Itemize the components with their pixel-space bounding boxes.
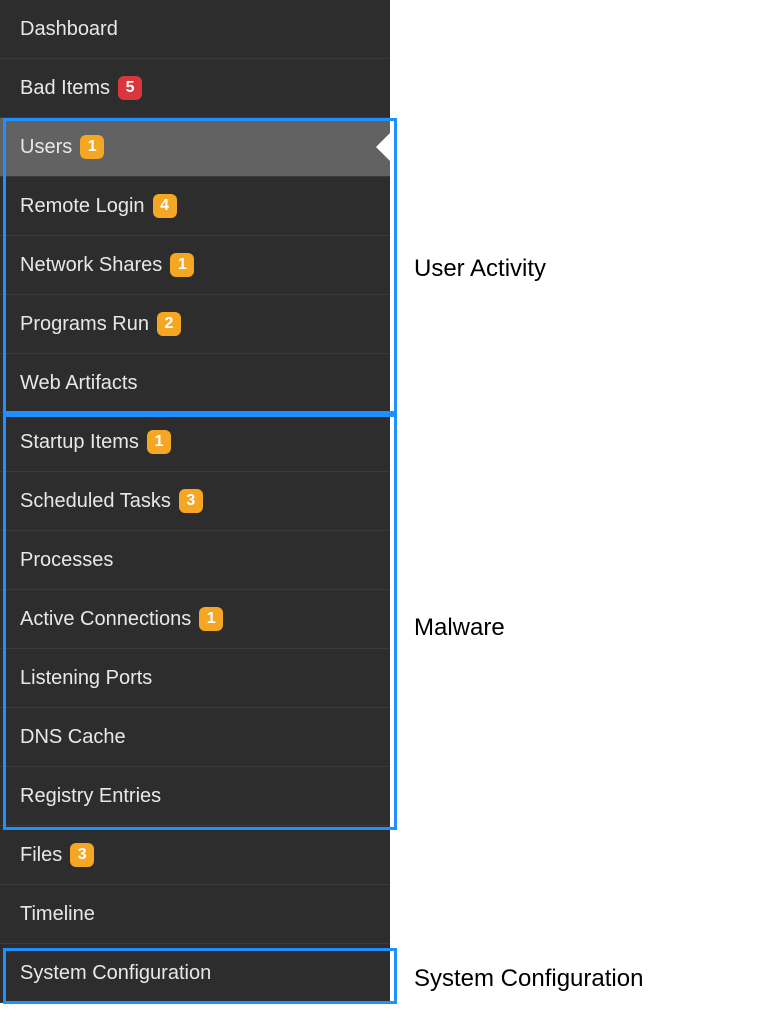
sidebar-item-remote-login[interactable]: Remote Login 4 <box>0 177 390 236</box>
sidebar-item-label: Processes <box>20 549 113 572</box>
sidebar-item-web-artifacts[interactable]: Web Artifacts <box>0 354 390 413</box>
badge-count: 1 <box>199 607 223 631</box>
sidebar-item-label: System Configuration <box>20 962 211 985</box>
badge-count: 3 <box>70 843 94 867</box>
sidebar-item-label: DNS Cache <box>20 726 126 749</box>
sidebar-item-files[interactable]: Files 3 <box>0 826 390 885</box>
badge-count: 5 <box>118 76 142 100</box>
sidebar-item-dns-cache[interactable]: DNS Cache <box>0 708 390 767</box>
sidebar-item-startup-items[interactable]: Startup Items 1 <box>0 413 390 472</box>
sidebar-item-label: Remote Login <box>20 195 145 218</box>
sidebar-item-active-connections[interactable]: Active Connections 1 <box>0 590 390 649</box>
sidebar-item-network-shares[interactable]: Network Shares 1 <box>0 236 390 295</box>
sidebar-item-timeline[interactable]: Timeline <box>0 885 390 944</box>
badge-count: 1 <box>80 135 104 159</box>
sidebar-item-registry-entries[interactable]: Registry Entries <box>0 767 390 826</box>
sidebar: Dashboard Bad Items 5 Users 1 Remote Log… <box>0 0 390 1003</box>
sidebar-item-programs-run[interactable]: Programs Run 2 <box>0 295 390 354</box>
badge-count: 4 <box>153 194 177 218</box>
sidebar-item-label: Listening Ports <box>20 667 152 690</box>
badge-count: 1 <box>147 430 171 454</box>
sidebar-item-processes[interactable]: Processes <box>0 531 390 590</box>
sidebar-item-users[interactable]: Users 1 <box>0 118 390 177</box>
sidebar-item-bad-items[interactable]: Bad Items 5 <box>0 59 390 118</box>
sidebar-item-listening-ports[interactable]: Listening Ports <box>0 649 390 708</box>
sidebar-item-system-configuration[interactable]: System Configuration <box>0 944 390 1003</box>
sidebar-item-label: Files <box>20 844 62 867</box>
annotation-system-configuration: System Configuration <box>414 965 643 993</box>
sidebar-item-label: Programs Run <box>20 313 149 336</box>
badge-count: 2 <box>157 312 181 336</box>
sidebar-item-label: Bad Items <box>20 77 110 100</box>
sidebar-item-scheduled-tasks[interactable]: Scheduled Tasks 3 <box>0 472 390 531</box>
sidebar-item-label: Users <box>20 136 72 159</box>
badge-count: 3 <box>179 489 203 513</box>
sidebar-item-label: Registry Entries <box>20 785 161 808</box>
sidebar-item-label: Web Artifacts <box>20 372 137 395</box>
sidebar-item-label: Dashboard <box>20 18 118 41</box>
sidebar-item-label: Scheduled Tasks <box>20 490 171 513</box>
annotation-user-activity: User Activity <box>414 255 546 283</box>
sidebar-item-label: Timeline <box>20 903 95 926</box>
badge-count: 1 <box>170 253 194 277</box>
annotation-malware: Malware <box>414 614 505 642</box>
sidebar-item-label: Active Connections <box>20 608 191 631</box>
sidebar-item-dashboard[interactable]: Dashboard <box>0 0 390 59</box>
sidebar-item-label: Network Shares <box>20 254 162 277</box>
sidebar-item-label: Startup Items <box>20 431 139 454</box>
